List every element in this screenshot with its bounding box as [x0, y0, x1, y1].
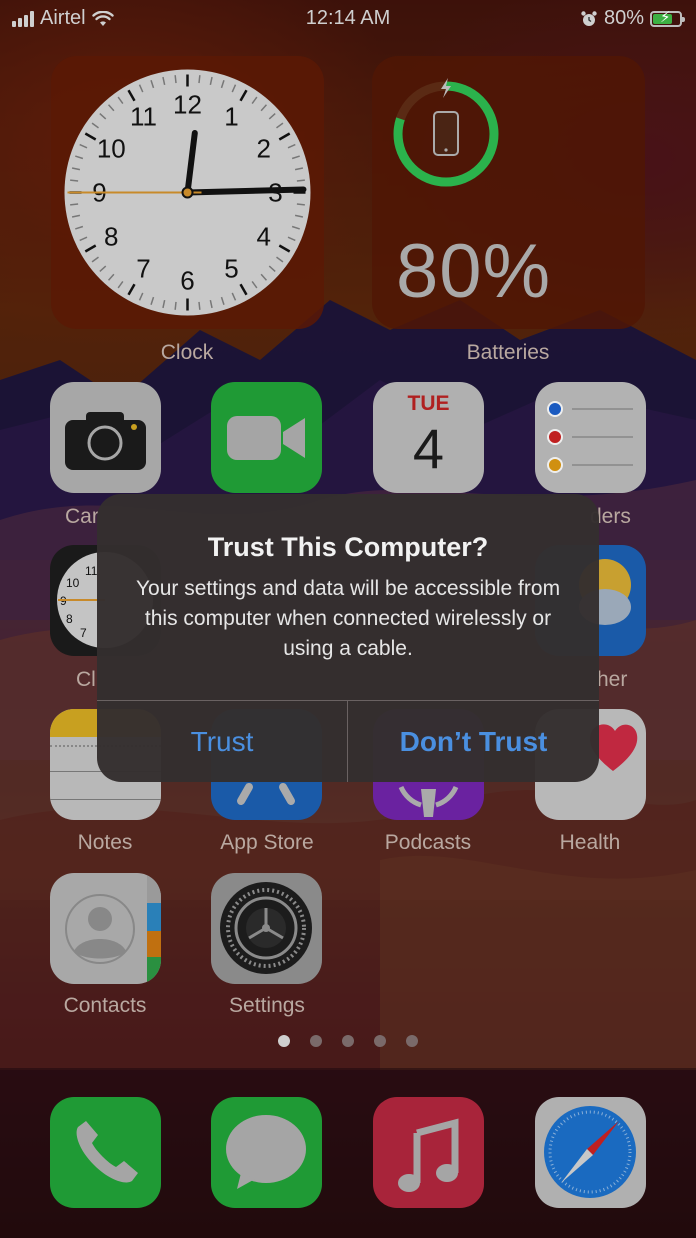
dock-app-phone[interactable] — [50, 1097, 161, 1208]
page-indicator[interactable] — [0, 1035, 696, 1047]
clock-tick — [174, 75, 177, 84]
clock-number: 5 — [224, 254, 238, 284]
alert-message: Your settings and data will be accessibl… — [135, 577, 561, 660]
batteries-widget-label: Batteries — [466, 341, 550, 364]
music-note-icon — [398, 1118, 459, 1192]
clock-number: 8 — [104, 222, 118, 252]
app-facetime[interactable] — [211, 382, 322, 493]
clock-tick — [296, 179, 305, 182]
contacts-person-icon — [65, 873, 161, 984]
app-reminders[interactable] — [535, 382, 646, 493]
clock-number: 6 — [180, 266, 194, 296]
battery-percent: 80% — [603, 7, 644, 29]
app-label-notes: Notes — [77, 831, 133, 854]
charging-bolt-icon — [441, 78, 451, 98]
clock-number: 7 — [136, 254, 150, 284]
camera-icon — [65, 412, 146, 470]
analog-clock-face: 121234567891011 — [64, 69, 311, 316]
clock-tick — [296, 203, 305, 206]
app-label-appstore: App Store — [220, 831, 314, 854]
page-dot[interactable] — [278, 1035, 290, 1047]
page-dot[interactable] — [374, 1035, 386, 1047]
battery-charging-icon: ⚡ — [650, 9, 685, 27]
app-label-podcasts: Podcasts — [384, 831, 472, 854]
alarm-icon — [581, 10, 597, 26]
compass-icon — [544, 1106, 636, 1198]
clock-widget[interactable]: 121234567891011 — [51, 56, 324, 329]
gear-icon — [220, 882, 312, 974]
clock-number: 1 — [224, 101, 238, 131]
dock-app-messages[interactable] — [211, 1097, 322, 1208]
reminders-list-icon — [547, 401, 633, 473]
app-camera[interactable] — [50, 382, 161, 493]
dock-app-music[interactable] — [373, 1097, 484, 1208]
app-calendar[interactable]: TUE 4 — [373, 382, 484, 493]
page-dot[interactable] — [310, 1035, 322, 1047]
svg-text:10: 10 — [66, 576, 80, 590]
calendar-date: 4 — [412, 417, 445, 480]
app-settings[interactable] — [211, 873, 322, 984]
clock-tick — [70, 203, 79, 206]
dont-trust-button[interactable]: Don’t Trust — [348, 701, 599, 782]
svg-text:7: 7 — [80, 626, 87, 640]
dock-app-safari[interactable] — [535, 1097, 646, 1208]
clock-tick — [70, 179, 79, 182]
trust-computer-alert: Trust This Computer? Your settings and d… — [97, 494, 599, 782]
app-label-contacts: Contacts — [63, 994, 147, 1017]
status-bar: Airtel 12:14 AM 80% ⚡ — [0, 0, 696, 38]
phone-icon — [76, 1121, 138, 1183]
clock-tick — [198, 75, 201, 84]
minute-hand — [184, 186, 307, 196]
video-camera-icon — [227, 416, 305, 460]
iphone-icon — [433, 111, 459, 156]
clock-tick — [198, 301, 201, 310]
page-dot[interactable] — [342, 1035, 354, 1047]
message-bubble-icon — [226, 1115, 306, 1189]
clock-tick — [174, 301, 177, 310]
svg-text:8: 8 — [66, 612, 73, 626]
clock-number: 11 — [130, 101, 157, 131]
calendar-day: TUE — [407, 392, 450, 415]
clock-number: 2 — [256, 134, 270, 164]
svg-text:11: 11 — [85, 564, 98, 578]
battery-widget-percent: 80% — [396, 229, 552, 314]
app-contacts[interactable] — [50, 873, 161, 984]
clock-number: 12 — [173, 90, 202, 120]
alert-title: Trust This Computer? — [207, 532, 489, 562]
clock-widget-label: Clock — [160, 341, 214, 364]
app-label-settings: Settings — [229, 994, 305, 1017]
trust-button[interactable]: Trust — [97, 701, 347, 782]
clock-number: 10 — [97, 134, 126, 164]
app-label-weather: her — [597, 668, 628, 691]
app-label-health: Health — [559, 831, 621, 854]
page-dot[interactable] — [406, 1035, 418, 1047]
clock-number: 4 — [256, 222, 270, 252]
app-label-reminders: ders — [590, 505, 631, 528]
